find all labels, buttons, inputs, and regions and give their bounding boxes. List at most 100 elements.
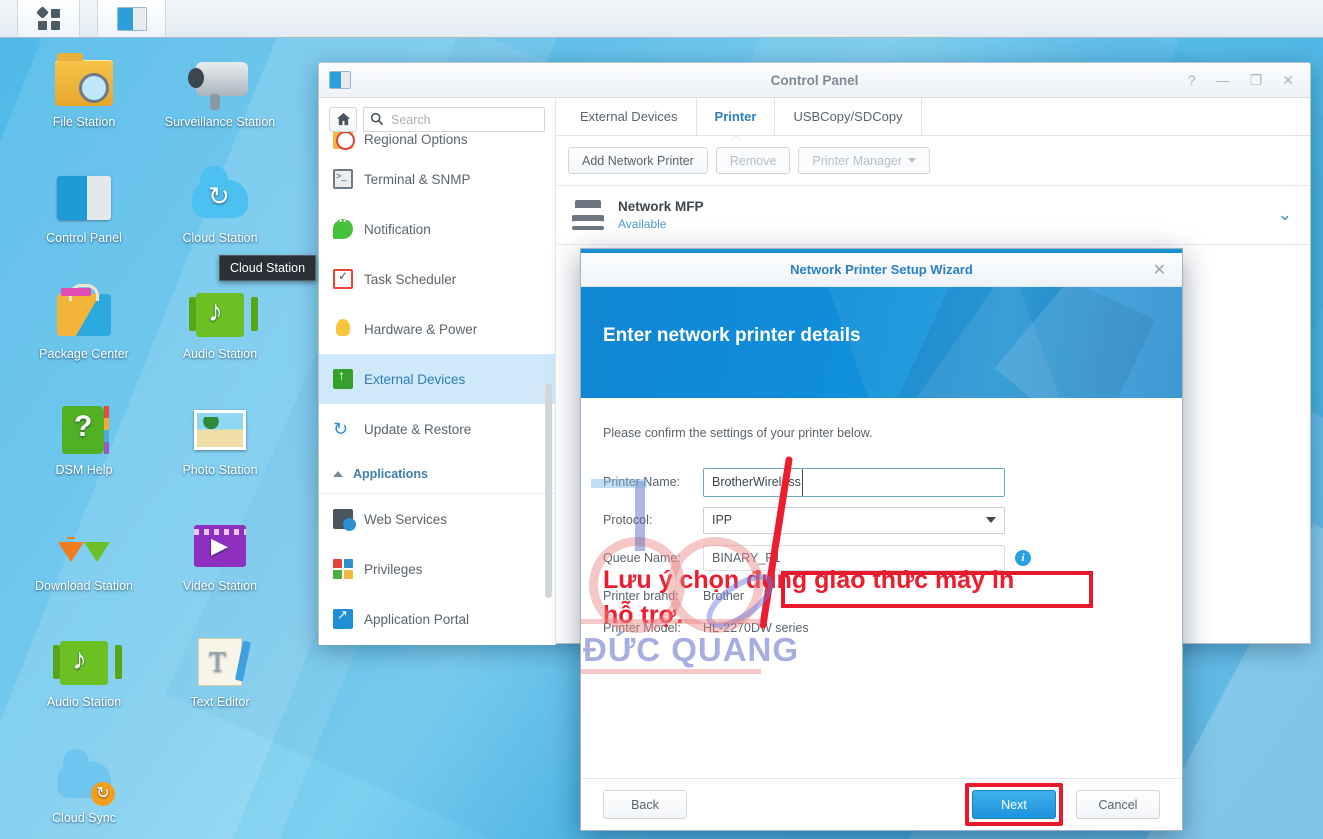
- sidebar-item-application-portal[interactable]: Application Portal: [319, 594, 555, 644]
- desktop-icon-label: Photo Station: [182, 463, 258, 477]
- printer-manager-button[interactable]: Printer Manager: [798, 147, 931, 174]
- music-note-icon: [188, 284, 252, 342]
- protocol-select[interactable]: IPP: [703, 506, 1005, 534]
- calendar-check-icon: [333, 269, 353, 289]
- cloud-sync-icon: [188, 166, 252, 226]
- help-book-icon: [52, 400, 116, 458]
- remove-printer-button[interactable]: Remove: [715, 147, 791, 174]
- sidebar-item-external-devices[interactable]: External Devices: [319, 354, 555, 404]
- music-note-icon: [52, 632, 116, 690]
- sidebar-item-label: Regional Options: [364, 132, 468, 147]
- desktop-icon-download-station[interactable]: Download Station: [24, 516, 144, 594]
- sidebar-item-hardware-power[interactable]: Hardware & Power: [319, 304, 555, 354]
- back-button[interactable]: Back: [603, 790, 687, 819]
- terminal-icon: [333, 169, 353, 189]
- sidebar-item-terminal-snmp[interactable]: Terminal & SNMP: [319, 154, 555, 204]
- desktop-icon-label: Cloud Station: [182, 231, 258, 245]
- window-minimize-button[interactable]: —: [1216, 73, 1230, 87]
- window-title: Control Panel: [770, 72, 859, 88]
- desktop-icon-package-center[interactable]: Package Center: [24, 284, 144, 362]
- privileges-grid-icon: [333, 559, 353, 579]
- desktop-icon-label: Control Panel: [46, 231, 122, 245]
- dialog-body: ĐỨC QUANG Please confirm the settings of…: [581, 398, 1182, 796]
- tab-external-devices[interactable]: External Devices: [562, 98, 697, 136]
- desktop-icon-cloud-sync[interactable]: Cloud Sync: [24, 748, 144, 826]
- network-printer-setup-wizard: Network Printer Setup Wizard ✕ Enter net…: [580, 248, 1183, 831]
- shopping-bag-icon: [52, 284, 116, 342]
- control-panel-icon: [116, 6, 147, 31]
- desktop-icon-file-station[interactable]: File Station: [24, 52, 144, 130]
- sidebar-group-label: Applications: [353, 466, 429, 481]
- printer-icon: [572, 200, 604, 230]
- search-input[interactable]: [363, 107, 545, 132]
- desktop-icon-text-editor[interactable]: Text Editor: [160, 632, 280, 710]
- sidebar-item-privileges[interactable]: Privileges: [319, 544, 555, 594]
- window-maximize-button[interactable]: ❐: [1250, 73, 1263, 87]
- desktop-icon-label: Cloud Sync: [52, 811, 116, 825]
- tab-printer[interactable]: Printer: [697, 98, 776, 136]
- sidebar-item-task-scheduler[interactable]: Task Scheduler: [319, 254, 555, 304]
- annotation-text: Lưu ý chọn đúng giao thức máy in hỗ trợ.: [603, 566, 1015, 629]
- chevron-up-icon: [333, 470, 343, 477]
- home-icon: [336, 112, 350, 126]
- text-pencil-icon: [188, 632, 252, 690]
- info-icon[interactable]: i: [1015, 550, 1031, 566]
- sidebar-item-label: Notification: [364, 221, 431, 237]
- window-close-button[interactable]: ✕: [1282, 73, 1294, 87]
- window-help-button[interactable]: ?: [1188, 73, 1196, 87]
- desktop-icon-surveillance-station[interactable]: Surveillance Station: [160, 52, 280, 130]
- desktop-icon-photo-station[interactable]: Photo Station: [160, 400, 280, 478]
- sidebar-item-update-restore[interactable]: ↻ Update & Restore: [319, 404, 555, 454]
- desktop-icon-audio-station-top[interactable]: Audio Station: [160, 284, 280, 362]
- desktop-icon-dsm-help[interactable]: DSM Help: [24, 400, 144, 478]
- download-arrows-icon: [52, 516, 116, 574]
- button-label: Add Network Printer: [582, 153, 694, 168]
- chevron-down-icon: [986, 517, 996, 523]
- taskbar-item-control-panel[interactable]: [98, 0, 166, 37]
- add-network-printer-button[interactable]: Add Network Printer: [568, 147, 708, 174]
- portal-arrow-icon: [333, 607, 353, 629]
- sidebar-item-notification[interactable]: Notification: [319, 204, 555, 254]
- chevron-down-icon[interactable]: ⌄: [1278, 205, 1292, 225]
- dialog-title-bar[interactable]: Network Printer Setup Wizard ✕: [581, 253, 1182, 287]
- protocol-value: IPP: [712, 513, 733, 527]
- main-menu-button[interactable]: [18, 0, 80, 37]
- button-label: Printer Manager: [812, 153, 903, 168]
- dialog-intro-text: Please confirm the settings of your prin…: [603, 426, 873, 440]
- sidebar-item-web-services[interactable]: Web Services: [319, 494, 555, 544]
- sidebar-home-button[interactable]: [329, 107, 357, 132]
- printer-list-item[interactable]: Network MFP Available ⌄: [556, 186, 1310, 245]
- usb-upload-icon: [333, 367, 353, 389]
- cancel-button[interactable]: Cancel: [1076, 790, 1160, 819]
- sidebar-scrollbar[interactable]: [545, 383, 552, 598]
- protocol-label: Protocol:: [603, 513, 653, 527]
- printer-status: Available: [618, 217, 667, 231]
- printer-name-input[interactable]: BrotherWireless: [703, 467, 1005, 497]
- photo-stack-icon: [188, 400, 252, 458]
- next-button[interactable]: Next: [972, 790, 1056, 819]
- desktop-icon-label: Package Center: [39, 347, 129, 361]
- film-play-icon: [188, 516, 252, 574]
- dialog-footer: Back Next Cancel: [581, 778, 1182, 830]
- desktop-icon-control-panel[interactable]: Control Panel: [24, 168, 144, 246]
- sidebar-item-regional-options[interactable]: Regional Options: [319, 132, 555, 154]
- button-label: Remove: [729, 153, 777, 168]
- calendar-clock-icon: [333, 132, 355, 150]
- desktop-icon-video-station[interactable]: Video Station: [160, 516, 280, 594]
- sidebar-item-label: Web Services: [364, 511, 448, 527]
- window-title-bar[interactable]: Control Panel ? — ❐ ✕: [319, 63, 1310, 98]
- control-panel-icon: [52, 168, 116, 226]
- lightbulb-icon: [333, 319, 353, 339]
- sidebar-item-label: Terminal & SNMP: [364, 171, 471, 187]
- printer-name: Network MFP: [618, 199, 704, 214]
- sidebar-group-applications[interactable]: Applications: [319, 454, 555, 494]
- tab-usbcopy-sdcopy[interactable]: USBCopy/SDCopy: [775, 98, 922, 136]
- taskbar-divider: [80, 0, 98, 37]
- control-panel-sidebar: Regional Options Terminal & SNMP Notific…: [319, 98, 556, 645]
- app-grid-icon: [35, 5, 60, 30]
- close-icon[interactable]: ✕: [1153, 260, 1166, 280]
- next-button-highlight: Next: [965, 783, 1063, 826]
- desktop-icon-audio-station[interactable]: Audio Station: [24, 632, 144, 710]
- printer-name-value: BrotherWireless: [712, 468, 803, 496]
- desktop-icon-cloud-station[interactable]: Cloud Station: [160, 166, 280, 246]
